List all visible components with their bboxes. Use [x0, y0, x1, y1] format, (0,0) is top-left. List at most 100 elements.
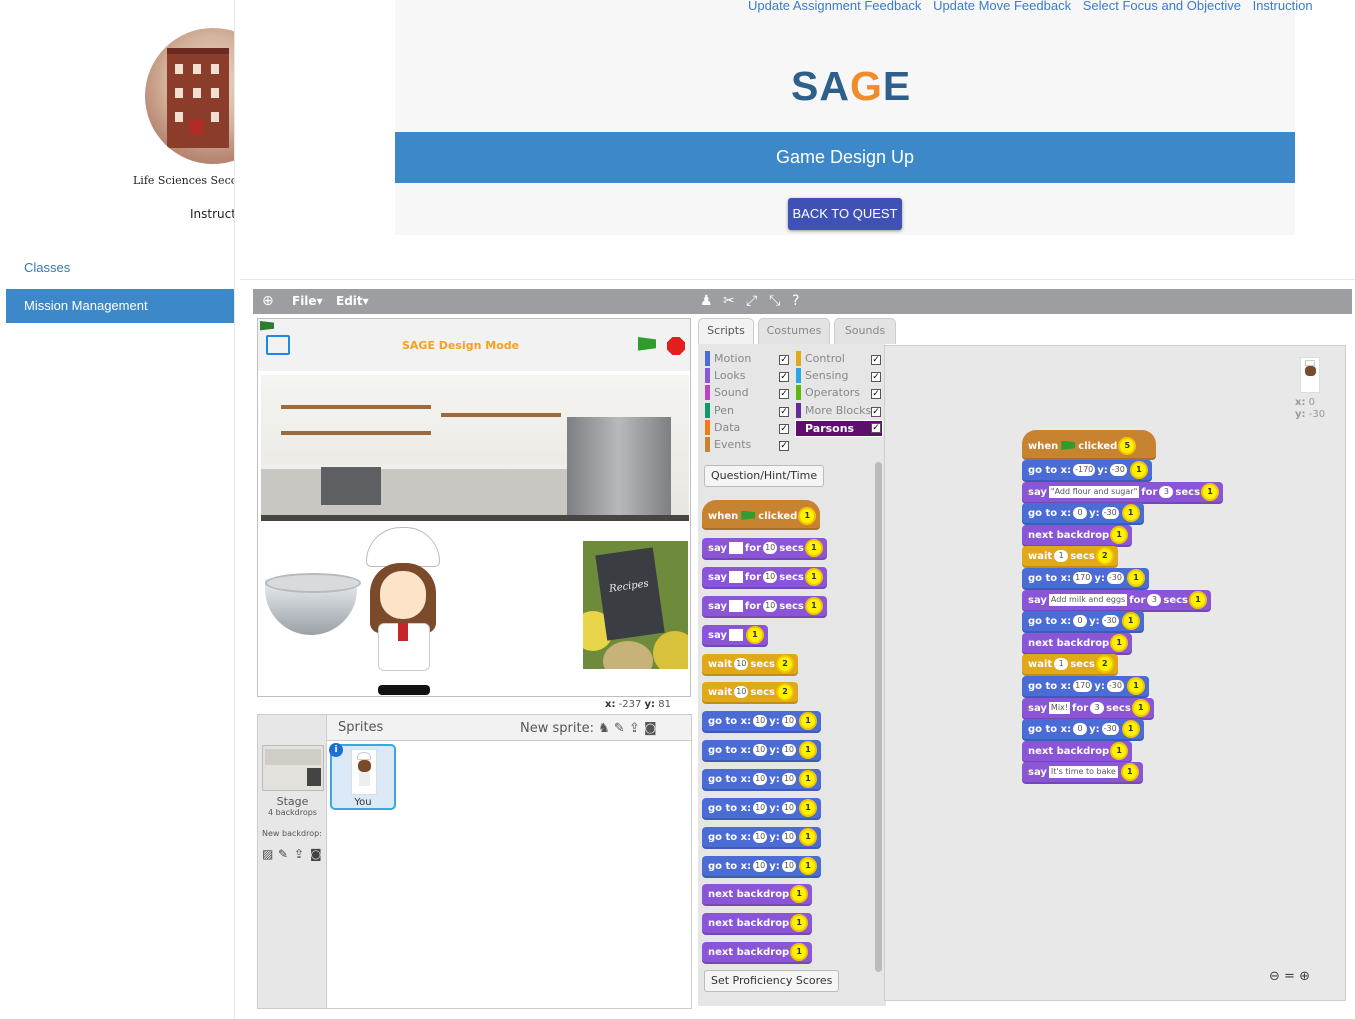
script-say[interactable]: say It's time to bake 1: [1022, 762, 1143, 785]
stage-thumbnail[interactable]: [262, 745, 324, 791]
input-slot[interactable]: 10: [781, 715, 796, 727]
zoom-out-icon[interactable]: ⊖: [1269, 969, 1280, 984]
zoom-in-icon[interactable]: ⊕: [1299, 969, 1310, 984]
palette-wait-secs[interactable]: wait 10 secs 2: [702, 682, 799, 704]
link-update-move-feedback[interactable]: Update Move Feedback: [933, 0, 1071, 13]
input-slot[interactable]: 10: [781, 859, 796, 872]
input-slot[interactable]: -30: [1106, 680, 1124, 692]
input-slot[interactable]: -30: [1101, 723, 1119, 736]
input-slot[interactable]: -30: [1106, 572, 1124, 584]
bowl-sprite[interactable]: [265, 573, 361, 635]
script-wait-secs[interactable]: wait 1 secs 2: [1022, 546, 1118, 569]
chef-sprite[interactable]: [360, 527, 446, 695]
category-sensing[interactable]: Sensing: [796, 368, 848, 384]
info-icon[interactable]: i: [329, 743, 343, 757]
script-go-to-xy[interactable]: go to x: 0 y: -30 1: [1022, 503, 1144, 526]
nav-classes[interactable]: Classes: [6, 251, 234, 285]
stage[interactable]: SAGE Design Mode Recipes: [257, 318, 691, 697]
camera-sprite-icon[interactable]: ◙: [644, 721, 657, 736]
input-slot[interactable]: 3: [1090, 701, 1105, 714]
input-slot[interactable]: "Add flour and sugar": [1048, 485, 1140, 498]
palette-scrollbar[interactable]: [875, 462, 882, 972]
script-wait-secs[interactable]: wait 1 secs 2: [1022, 654, 1118, 677]
input-slot[interactable]: 3: [1159, 485, 1174, 498]
category-checkbox[interactable]: ✓: [779, 372, 789, 383]
palette-say[interactable]: say 1: [702, 625, 768, 647]
help-icon[interactable]: ?: [792, 293, 799, 309]
camera-backdrop-icon[interactable]: ◙: [310, 847, 322, 861]
category-checkbox[interactable]: ✓: [871, 406, 881, 417]
tab-sounds[interactable]: Sounds: [834, 318, 896, 344]
palette-when-flag-clicked[interactable]: when clicked 1: [702, 500, 821, 530]
input-slot[interactable]: 10: [753, 715, 768, 727]
input-slot[interactable]: Add milk and eggs: [1048, 593, 1128, 606]
input-slot[interactable]: [728, 629, 743, 641]
category-events[interactable]: Events: [705, 437, 751, 452]
input-slot[interactable]: 0: [1073, 507, 1088, 520]
input-slot[interactable]: 170: [1073, 680, 1093, 692]
category-checkbox[interactable]: ✓: [779, 355, 789, 365]
input-slot[interactable]: -30: [1101, 507, 1119, 520]
palette-go-to-xy[interactable]: go to x: 10 y: 10 1: [702, 711, 821, 733]
zoom-reset-icon[interactable]: =: [1284, 969, 1295, 984]
palette-go-to-xy[interactable]: go to x: 10 y: 10 1: [702, 739, 821, 762]
category-sound[interactable]: Sound: [705, 385, 749, 401]
palette-say-for-secs[interactable]: say for 10 secs 1: [702, 567, 827, 589]
input-slot[interactable]: 10: [763, 571, 778, 583]
script-go-to-xy[interactable]: go to x: 0 y: -30 1: [1022, 719, 1144, 742]
sprite-library-icon[interactable]: ♞: [598, 721, 610, 736]
upload-sprite-icon[interactable]: ⇪: [629, 721, 640, 736]
script-go-to-xy[interactable]: go to x: 170 y: -30 1: [1022, 568, 1149, 590]
back-to-quest-button[interactable]: BACK TO QUEST: [788, 198, 902, 230]
input-slot[interactable]: 10: [753, 801, 768, 814]
input-slot[interactable]: It's time to bake: [1048, 766, 1118, 779]
green-flag-icon[interactable]: [638, 337, 656, 351]
paint-backdrop-icon[interactable]: ✎: [278, 847, 288, 861]
sprite-card-you[interactable]: You i: [329, 743, 396, 810]
category-looks[interactable]: Looks: [705, 368, 746, 384]
input-slot[interactable]: 1: [1054, 550, 1069, 563]
parsons-checkbox[interactable]: ✓: [871, 423, 881, 433]
category-checkbox[interactable]: ✓: [871, 355, 881, 365]
file-menu[interactable]: File▾: [292, 294, 323, 308]
tab-costumes[interactable]: Costumes: [758, 318, 830, 344]
input-slot[interactable]: 10: [734, 658, 749, 670]
category-operators[interactable]: Operators: [796, 385, 860, 401]
upload-backdrop-icon[interactable]: ⇪: [294, 847, 304, 861]
category-control[interactable]: Control: [796, 351, 845, 366]
input-slot[interactable]: 10: [734, 686, 749, 698]
paint-sprite-icon[interactable]: ✎: [614, 721, 625, 736]
palette-next-backdrop[interactable]: next backdrop 1: [702, 942, 813, 964]
edit-menu[interactable]: Edit▾: [336, 294, 369, 308]
input-slot[interactable]: [728, 571, 743, 583]
input-slot[interactable]: 1: [1054, 658, 1069, 671]
palette-say-for-secs[interactable]: say for 10 secs 1: [702, 538, 827, 560]
input-slot[interactable]: 3: [1147, 593, 1162, 606]
input-slot[interactable]: 10: [763, 542, 778, 554]
question-hint-time-button[interactable]: Question/Hint/Time: [704, 465, 825, 487]
palette-go-to-xy[interactable]: go to x: 10 y: 10 1: [702, 826, 821, 849]
stop-icon[interactable]: [667, 337, 685, 355]
input-slot[interactable]: 10: [781, 830, 796, 843]
script-say-for-secs[interactable]: say "Add flour and sugar" for 3 secs 1: [1022, 481, 1224, 504]
category-checkbox[interactable]: ✓: [871, 372, 881, 383]
input-slot[interactable]: -30: [1109, 464, 1127, 476]
category-parsons[interactable]: Parsons: [795, 420, 883, 437]
shrink-icon[interactable]: ⤡: [769, 293, 780, 309]
category-pen[interactable]: Pen: [705, 402, 734, 418]
input-slot[interactable]: 10: [781, 772, 796, 785]
link-instruction[interactable]: Instruction: [1253, 0, 1313, 13]
input-slot[interactable]: 170: [1073, 572, 1093, 584]
nav-mission-management[interactable]: Mission Management: [6, 289, 234, 323]
palette-go-to-xy[interactable]: go to x: 10 y: 10 1: [702, 768, 821, 791]
input-slot[interactable]: [728, 542, 743, 554]
recipe-book-sprite[interactable]: Recipes: [583, 541, 688, 669]
input-slot[interactable]: [728, 600, 743, 612]
duplicate-icon[interactable]: ♟: [700, 293, 713, 309]
input-slot[interactable]: 10: [753, 830, 768, 843]
tab-scripts[interactable]: Scripts: [698, 318, 754, 344]
palette-next-backdrop[interactable]: next backdrop 1: [702, 913, 813, 935]
input-slot[interactable]: Mix!: [1048, 701, 1070, 714]
link-update-assignment-feedback[interactable]: Update Assignment Feedback: [748, 0, 921, 13]
category-data[interactable]: Data: [705, 419, 740, 435]
